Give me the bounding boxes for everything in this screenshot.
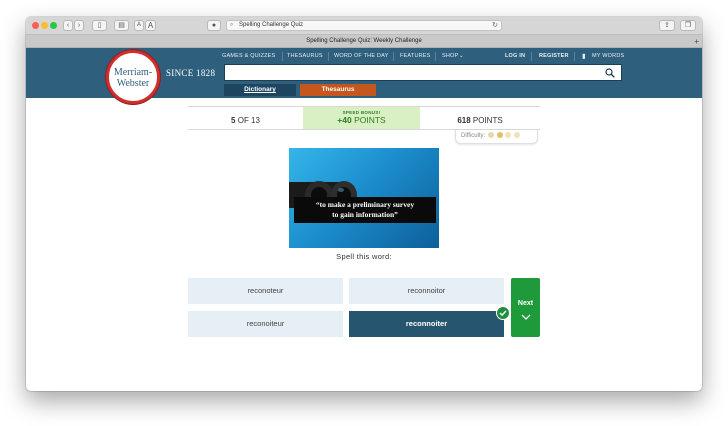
nav-divider <box>531 52 532 61</box>
next-button-label: Next <box>517 300 534 307</box>
address-bar[interactable]: ⌕ Spelling Challenge Quiz ↻ <box>226 20 502 31</box>
nav-features[interactable]: FEATURES <box>400 53 431 59</box>
nav-games-quizzes[interactable]: GAMES & QUIZZES <box>222 53 275 59</box>
speed-bonus-unit: POINTS <box>351 115 386 125</box>
speed-bonus-value: +40 <box>337 115 352 125</box>
browser-toolbar: ‹ › ▯ ▤ A A ● ⌕ Spelling Challenge Quiz … <box>26 17 702 35</box>
clue-image: “to make a preliminary survey to gain in… <box>289 148 439 248</box>
new-tab-button[interactable]: + <box>694 35 699 48</box>
clue-line-1: “to make a preliminary survey <box>315 200 415 209</box>
spell-prompt: Spell this word: <box>336 252 392 261</box>
since-label: SINCE 1828 <box>166 68 216 78</box>
tabs-icon[interactable]: ❐ <box>680 20 696 31</box>
my-words-link[interactable]: MY WORDS <box>592 53 624 59</box>
difficulty-face-icon <box>487 132 494 138</box>
logo-line-1: Merriam- <box>113 67 153 78</box>
zoom-window-button[interactable] <box>50 22 57 29</box>
clue-line-2: to gain information” <box>332 210 398 219</box>
speed-bonus: SPEED BONUS! +40 POINTS <box>303 107 420 129</box>
close-window-button[interactable] <box>32 22 39 29</box>
question-total: OF 13 <box>235 116 260 125</box>
quiz-score-bar: 5 OF 13 SPEED BONUS! +40 POINTS 618 POIN… <box>188 106 540 130</box>
address-text: Spelling Challenge Quiz <box>239 22 304 28</box>
search-icon: ⌕ <box>230 22 234 28</box>
minimize-window-button[interactable] <box>41 22 48 29</box>
login-link[interactable]: LOG IN <box>505 53 525 59</box>
difficulty-face-icon <box>496 132 503 138</box>
logo-line-2: Webster <box>116 78 150 89</box>
nav-divider <box>282 52 283 61</box>
question-progress: 5 OF 13 <box>188 107 303 129</box>
points-unit: POINTS <box>470 116 503 125</box>
points-value: 618 <box>457 116 471 125</box>
difficulty-face-icon <box>505 132 512 138</box>
nav-divider <box>435 52 436 61</box>
answer-option[interactable]: reconoiteur <box>188 311 343 337</box>
larger-text-button[interactable]: A <box>145 20 156 31</box>
merriam-webster-logo[interactable]: Merriam- Webster <box>106 50 160 104</box>
privacy-icon[interactable]: ● <box>207 20 221 31</box>
tab-thesaurus[interactable]: Thesaurus <box>300 84 376 96</box>
speed-bonus-label: SPEED BONUS! <box>342 110 381 115</box>
nav-shop[interactable]: SHOP <box>442 53 458 59</box>
clue-definition: “to make a preliminary survey to gain in… <box>294 197 436 223</box>
speed-bonus-points: +40 POINTS <box>303 115 420 125</box>
tab-dictionary[interactable]: Dictionary <box>224 84 296 96</box>
search-input[interactable] <box>224 64 622 81</box>
tab-title[interactable]: Spelling Challenge Quiz: Weekly Challeng… <box>306 38 422 44</box>
register-link[interactable]: REGISTER <box>539 53 569 59</box>
bookmark-icon: ▮ <box>582 53 586 60</box>
answer-option-selected[interactable]: reconnoiter <box>349 311 504 337</box>
answer-option[interactable]: reconoteur <box>188 278 343 304</box>
difficulty-label: Difficulty: <box>461 133 486 139</box>
answer-option[interactable]: reconnoitor <box>349 278 504 304</box>
nav-divider <box>393 52 394 61</box>
chevron-down-icon: ⌄ <box>459 53 464 59</box>
nav-divider <box>328 52 329 61</box>
share-icon[interactable]: ⇪ <box>659 20 675 31</box>
total-points: 618 POINTS <box>420 107 540 129</box>
forward-icon[interactable]: › <box>74 20 84 31</box>
nav-divider <box>574 52 575 61</box>
sidebar-icon[interactable]: ▯ <box>92 20 107 31</box>
reload-icon[interactable]: ↻ <box>492 21 498 30</box>
nav-word-of-the-day[interactable]: WORD OF THE DAY <box>334 53 388 59</box>
nav-thesaurus[interactable]: THESAURUS <box>287 53 323 59</box>
tab-bar: Spelling Challenge Quiz: Weekly Challeng… <box>26 35 702 48</box>
chevron-down-icon <box>521 314 530 320</box>
browser-window: ‹ › ▯ ▤ A A ● ⌕ Spelling Challenge Quiz … <box>26 17 702 391</box>
smaller-text-button[interactable]: A <box>134 20 144 31</box>
back-icon[interactable]: ‹ <box>63 20 73 31</box>
search-icon[interactable] <box>605 68 615 78</box>
site-header: Merriam- Webster SINCE 1828 GAMES & QUIZ… <box>26 48 702 104</box>
difficulty-indicator: Difficulty: <box>455 130 538 144</box>
correct-check-icon <box>496 306 510 320</box>
next-button[interactable]: Next <box>511 278 540 337</box>
difficulty-face-icon <box>513 132 520 138</box>
reader-icon[interactable]: ▤ <box>114 20 129 31</box>
